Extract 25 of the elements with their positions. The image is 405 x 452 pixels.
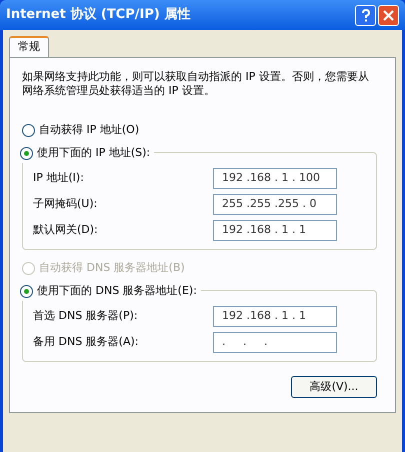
advanced-button[interactable]: 高级(V)... xyxy=(291,376,377,398)
field-label: IP 地址(I): xyxy=(33,170,85,186)
field-label: 备用 DNS 服务器(A): xyxy=(33,334,140,350)
close-button[interactable] xyxy=(378,4,399,26)
field-label: 默认网关(D): xyxy=(33,222,99,238)
help-button[interactable] xyxy=(355,4,376,26)
field-label: 子网掩码(U): xyxy=(33,196,98,212)
help-icon xyxy=(360,8,370,22)
ip-address-field[interactable]: . . . xyxy=(213,332,337,352)
description-text: 如果网络支持此功能，则可以获取自动指派的 IP 设置。否则，您需要从网络系统管理员处获得适当的 IP 设置。 xyxy=(22,70,370,98)
window-title: Internet 协议 (TCP/IP) 属性 xyxy=(6,6,192,24)
ip-address-field[interactable]: 192 .168 . 1 . 100 xyxy=(213,168,337,188)
field-label: 首选 DNS 服务器(P): xyxy=(33,308,139,324)
radio-button[interactable] xyxy=(20,284,33,298)
radio-label: 自动获得 IP 地址(O) xyxy=(39,122,140,138)
radio-button[interactable] xyxy=(20,146,33,160)
radio-label: 自动获得 DNS 服务器地址(B) xyxy=(39,260,185,276)
close-icon xyxy=(383,10,394,20)
radio-label: 使用下面的 DNS 服务器地址(E): xyxy=(37,282,197,299)
ip-address-field[interactable]: 192 .168 . 1 . 1 xyxy=(213,306,337,326)
ip-address-field[interactable]: 255 .255 .255 . 0 xyxy=(213,194,337,214)
ip-address-field[interactable]: 192 .168 . 1 . 1 xyxy=(213,220,337,240)
radio-button[interactable] xyxy=(22,124,35,136)
tab[interactable]: 常规 xyxy=(9,36,49,57)
radio-label: 使用下面的 IP 地址(S): xyxy=(37,144,150,161)
